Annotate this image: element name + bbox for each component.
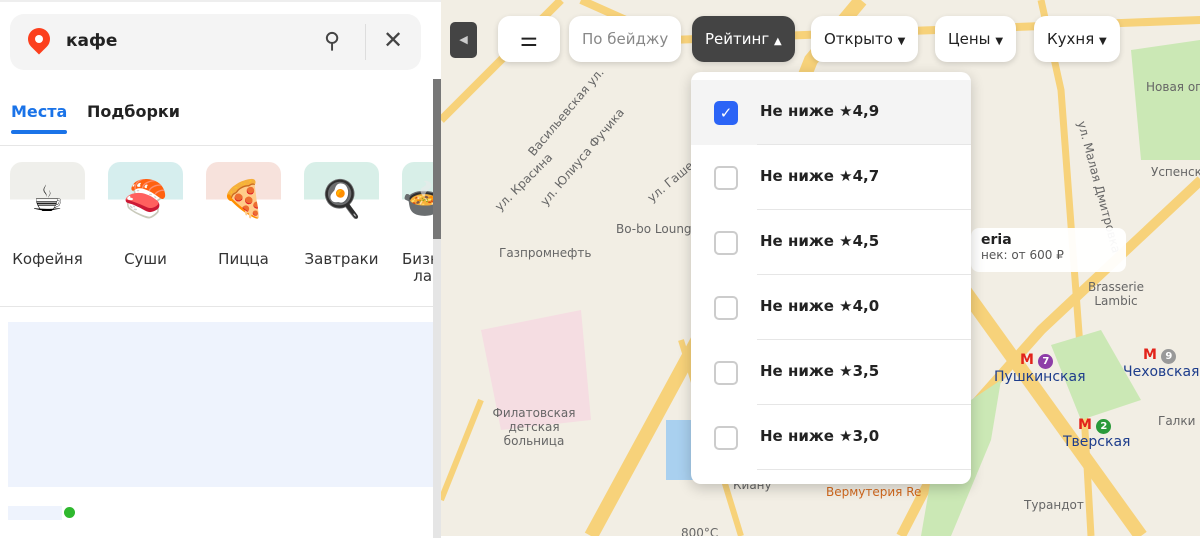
filter-label: Рейтинг (705, 30, 770, 48)
filter-rating[interactable]: Рейтинг ▲ (692, 16, 795, 62)
filter-badge[interactable]: По бейджу (569, 16, 682, 62)
rating-option[interactable]: Не ниже ★4,0 (691, 275, 971, 340)
pizza-icon: 🍕 (206, 162, 281, 237)
metro-line-badge: 2 (1096, 419, 1112, 434)
filter-prices[interactable]: Цены ▼ (935, 16, 1017, 62)
checkbox[interactable] (714, 166, 738, 190)
rating-option[interactable]: Не ниже ★4,5 (691, 210, 971, 275)
collapse-panel-button[interactable]: ◀ (450, 22, 477, 58)
map-label: Вермутерия Re (826, 485, 922, 499)
map-label: 800°С (681, 526, 719, 536)
category-sushi[interactable]: 🍣 Суши (108, 162, 183, 268)
checkbox[interactable] (714, 231, 738, 255)
checkbox[interactable] (714, 361, 738, 385)
loading-placeholder (8, 322, 440, 487)
filter-cuisine[interactable]: Кухня ▼ (1034, 16, 1120, 62)
rating-dropdown: ✓ Не ниже ★4,9 Не ниже ★4,7 Не ниже ★4,5 … (691, 72, 971, 484)
category-label: Кофейня (12, 250, 83, 268)
close-icon[interactable]: ✕ (383, 26, 403, 54)
filter-label: Кухня (1047, 30, 1095, 48)
category-label: Завтраки (304, 250, 379, 268)
map-label: Газпромнефть (499, 246, 592, 260)
place-title: eria (981, 232, 1012, 248)
filter-label: Цены (948, 30, 991, 48)
checkbox[interactable] (714, 426, 738, 450)
map-label: Успенский п (1151, 165, 1200, 179)
option-label: Не ниже ★4,0 (760, 297, 880, 315)
sushi-icon: 🍣 (108, 162, 183, 237)
option-label: Не ниже ★3,0 (760, 427, 880, 445)
option-label: Не ниже ★4,5 (760, 232, 880, 250)
place-card[interactable]: eria нек: от 600 ₽ (971, 228, 1126, 272)
divider (0, 306, 433, 307)
checkbox[interactable] (714, 296, 738, 320)
metro-line-badge: 9 (1161, 349, 1177, 364)
map-label: Brasserie Lambic (1087, 280, 1145, 308)
search-bar[interactable]: кафе ⚲ ✕ (10, 14, 421, 70)
tab-places[interactable]: Места (11, 102, 68, 134)
caret-down-icon: ▼ (995, 36, 1004, 47)
metro-chekhovskaya[interactable]: M 9 Чеховская (1123, 347, 1199, 380)
filter-open[interactable]: Открыто ▼ (811, 16, 919, 62)
sliders-icon: ⚌ (520, 27, 538, 51)
map[interactable]: Васильевская ул. ул. Юлиуса Фучика ул. К… (441, 0, 1200, 536)
scrollbar-thumb[interactable] (433, 79, 441, 239)
filter-label: Открыто (824, 30, 893, 48)
location-pin-icon (23, 23, 55, 55)
category-business-lunch[interactable]: 🍲 Бизнес-ланч (402, 162, 433, 285)
metro-pushkinskaya[interactable]: M 7 Пушкинская (994, 352, 1086, 385)
option-label: Не ниже ★3,5 (760, 362, 880, 380)
place-price: нек: от 600 ₽ (981, 248, 1064, 262)
category-list: ☕ Кофейня 🍣 Суши 🍕 Пицца 🍳 Завтраки 🍲 Бизнес-… (0, 162, 433, 302)
map-label: Новая оп (1146, 80, 1200, 94)
map-label: Bo-bo Lounge (616, 222, 699, 236)
soup-icon: 🍲 (402, 162, 433, 237)
coffee-icon: ☕ (10, 162, 85, 237)
map-label: Филатовская детская больница (492, 406, 576, 448)
metro-name: Чеховская (1123, 364, 1200, 380)
filters-button[interactable]: ⚌ (498, 16, 560, 62)
divider (365, 24, 366, 60)
category-breakfast[interactable]: 🍳 Завтраки (304, 162, 379, 268)
rating-option[interactable]: Не ниже ★4,7 (691, 145, 971, 210)
metro-name: Тверская (1063, 434, 1131, 450)
breakfast-icon: 🍳 (304, 162, 379, 237)
metro-name: Пушкинская (994, 369, 1086, 385)
rating-option[interactable]: Не ниже ★3,0 (691, 405, 971, 470)
caret-up-icon: ▲ (773, 36, 782, 47)
category-coffee[interactable]: ☕ Кофейня (10, 162, 85, 268)
map-label: Галки (1158, 414, 1196, 428)
rating-option[interactable]: ✓ Не ниже ★4,9 (691, 80, 971, 145)
search-icon[interactable]: ⚲ (324, 29, 340, 54)
metro-line-badge: 7 (1038, 354, 1054, 369)
option-label: Не ниже ★4,9 (760, 102, 880, 120)
tabs: Места Подборки (0, 92, 433, 146)
category-pizza[interactable]: 🍕 Пицца (206, 162, 281, 268)
metro-tverskaya[interactable]: M 2 Тверская (1063, 417, 1130, 450)
search-input[interactable]: кафе (66, 31, 117, 51)
caret-down-icon: ▼ (897, 36, 906, 47)
category-label: Пицца (218, 250, 269, 268)
loading-placeholder (8, 506, 62, 520)
category-label: Суши (124, 250, 167, 268)
scrollbar[interactable] (433, 79, 441, 538)
tab-collections[interactable]: Подборки (87, 102, 180, 121)
option-label: Не ниже ★4,7 (760, 167, 880, 185)
category-label: Бизнес-ланч (402, 250, 433, 285)
caret-down-icon: ▼ (1099, 36, 1107, 47)
checkbox-checked[interactable]: ✓ (714, 101, 738, 125)
search-panel: кафе ⚲ ✕ Места Подборки ☕ Кофейня 🍣 Суши 🍕… (0, 0, 441, 538)
map-label: Турандот (1024, 498, 1084, 512)
rating-option[interactable]: Не ниже ★3,5 (691, 340, 971, 405)
status-dot-icon (64, 507, 75, 518)
